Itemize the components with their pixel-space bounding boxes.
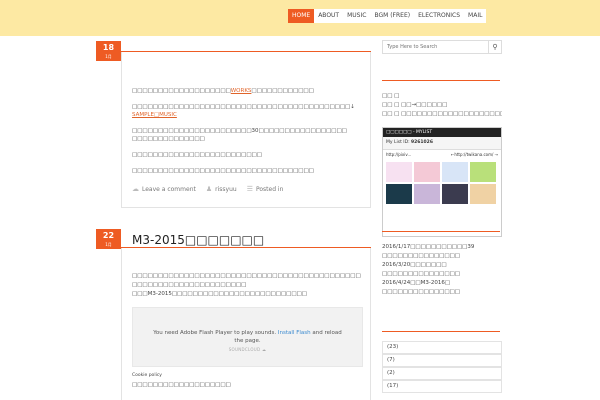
comment-icon: ☁ bbox=[132, 185, 139, 193]
news-item: □□□□□□□□□□□□□□□ bbox=[382, 289, 460, 295]
post-paragraph: □□□□□□□□□□□□□□□□□□□□□□□□□□□□□□□□□□□ bbox=[132, 168, 314, 174]
intro-line: □□ □ □□→□□□□□□ bbox=[382, 102, 448, 108]
widget-rule bbox=[382, 80, 500, 81]
post-date-badge: 22 1月 bbox=[96, 229, 121, 249]
nav-electronics[interactable]: ELECTRONICS bbox=[414, 9, 464, 23]
thumbnail[interactable] bbox=[414, 162, 440, 182]
posted-in-label: Posted in bbox=[255, 185, 284, 193]
nav-home[interactable]: HOME bbox=[288, 9, 315, 23]
nico-id-label: My List ID: bbox=[386, 140, 410, 145]
category-count[interactable]: (23) bbox=[382, 341, 502, 354]
post-paragraph: □□□□□□□□□□□□□□□□□□□ bbox=[132, 382, 231, 388]
soundcloud-logo: SOUNDCLOUD ☁ bbox=[133, 347, 362, 352]
intro-line: □□ □ □□□□□□□□□□□□□□□□□□□□□□□□□□□□□□□□□□□… bbox=[382, 110, 502, 118]
category-icon: ☰ bbox=[246, 185, 253, 193]
widget-rule bbox=[382, 331, 500, 332]
soundcloud-logo-text: SOUNDCLOUD bbox=[228, 347, 261, 352]
news-item[interactable]: 2016/1/17□□□□□□□□□□□39 bbox=[382, 243, 474, 252]
post-paragraph: SAMPLE□MUSIC bbox=[132, 111, 362, 119]
post-paragraph: □□□□□□□□□□□□□□□□□□□□□□ bbox=[132, 282, 247, 288]
nav-music[interactable]: MUSIC bbox=[343, 9, 370, 23]
news-item[interactable]: 2016/3/20□□□□□□□ bbox=[382, 261, 447, 270]
thumbnail[interactable] bbox=[386, 184, 412, 204]
thumbnail[interactable] bbox=[386, 162, 412, 182]
nicovideo-mylist-widget[interactable]: □□□□□□ - MYLIST My List ID: 9261026 http… bbox=[382, 127, 502, 237]
post-date-month: 1月 bbox=[105, 54, 112, 59]
news-item: □□□□□□□□□□□□□□□ bbox=[382, 271, 460, 277]
cloud-icon: ☁ bbox=[262, 347, 267, 352]
post-meta: ☁ Leave a comment ♟ rissyuu ☰ Posted in bbox=[132, 185, 283, 193]
nico-thumbnails bbox=[383, 160, 501, 206]
post-paragraph: □□□□□□□□□□□□□□□□□□□WORKS□□□□□□□□□□□□ bbox=[132, 87, 362, 95]
post-body: □□□□□□□□□□□□□□□□□□□WORKS□□□□□□□□□□□□ □□□… bbox=[121, 52, 371, 208]
works-link[interactable]: WORKS bbox=[231, 88, 252, 94]
category-count[interactable]: (7) bbox=[382, 354, 502, 367]
post-paragraph: □□□M3-2015□□□□□□□□□□□□□□□□□□□□□□□□□□ bbox=[132, 291, 307, 297]
category-count[interactable]: (17) bbox=[382, 380, 502, 393]
text: □□□□□□□□□□□□ bbox=[251, 88, 314, 94]
post-body: □□□□□□□□□□□□□□□□□□□□□□□□□□□□□□□□□□□□□□□□… bbox=[121, 248, 371, 400]
nico-url: http://pixiv... ←http://twikana.com/ → bbox=[383, 150, 501, 160]
thumbnail[interactable] bbox=[470, 184, 496, 204]
thumbnail[interactable] bbox=[470, 162, 496, 182]
post-paragraph: □□□□□□□□□□□□□□□□□□□□□□□30□□□□□□□□□□□□□□□… bbox=[132, 128, 347, 134]
search-box: ⚲ bbox=[382, 40, 502, 54]
news-item[interactable]: 2016/4/24□□M3-2016□ bbox=[382, 279, 450, 288]
thumbnail[interactable] bbox=[442, 162, 468, 182]
post-date-month: 1月 bbox=[105, 242, 112, 247]
post-paragraph: □□□□□□□□□□□□□□□□□□□□□□□□□□□□□□□□□□□□□□□□… bbox=[132, 273, 361, 279]
nico-id-value: 9261026 bbox=[411, 140, 433, 145]
post-date-badge: 18 1月 bbox=[96, 41, 121, 61]
post-1: 18 1月 □□□□□□□□□□□□□□□□□□□WORKS□□□□□□□□□□… bbox=[96, 41, 371, 208]
post-title[interactable]: M3-2015□□□□□□□ bbox=[132, 233, 264, 247]
intro-text: □□ □ □□□□□□□□□□□□□□□□□□□□□□□□□□□□□□□□□□□… bbox=[382, 111, 502, 117]
post-paragraph: □□□□□□□□□□□□□□□□□□□□□□□□□ bbox=[132, 152, 262, 158]
cookie-policy-link[interactable]: Cookie policy bbox=[132, 372, 362, 380]
sample-music-link[interactable]: SAMPLE□MUSIC bbox=[132, 112, 177, 118]
author-icon: ♟ bbox=[205, 185, 213, 193]
site-header: HOME ABOUT MUSIC BGM (FREE) ELECTRONICS … bbox=[0, 0, 600, 36]
nico-mylist-id: My List ID: 9261026 bbox=[383, 137, 501, 150]
flash-text: You need Adobe Flash Player to play soun… bbox=[153, 330, 277, 336]
author-link[interactable]: rissyuu bbox=[215, 186, 237, 193]
post-2: 22 1月 M3-2015□□□□□□□ □□□□□□□□□□□□□□□□□□□… bbox=[96, 229, 371, 400]
intro-line: □□ □ bbox=[382, 93, 400, 99]
nico-url-left: http://pixiv... bbox=[386, 152, 412, 157]
search-input[interactable] bbox=[383, 41, 489, 53]
post-paragraph: □□□□□□□□□□□□□□ bbox=[132, 136, 205, 142]
post-date-day: 22 bbox=[102, 231, 115, 240]
text: □□□□□□□□□□□□□□□□□□□ bbox=[132, 88, 231, 94]
category-count[interactable]: (2) bbox=[382, 367, 502, 380]
post-date-day: 18 bbox=[102, 43, 115, 52]
nav-bgm-free[interactable]: BGM (FREE) bbox=[370, 9, 414, 23]
thumbnail[interactable] bbox=[442, 184, 468, 204]
install-flash-link[interactable]: Install Flash bbox=[278, 330, 311, 336]
soundcloud-player[interactable]: You need Adobe Flash Player to play soun… bbox=[132, 307, 363, 367]
main-nav: HOME ABOUT MUSIC BGM (FREE) ELECTRONICS … bbox=[288, 9, 487, 23]
thumbnail[interactable] bbox=[414, 184, 440, 204]
post-paragraph: □□□□□□□□□□□□□□□□□□□□□□□□□□□□□□□□□□□□□□□□… bbox=[132, 104, 355, 110]
nav-mail[interactable]: MAIL bbox=[464, 9, 486, 23]
news-item: □□□□□□□□□□□□□□□ bbox=[382, 253, 460, 259]
nav-about[interactable]: ABOUT bbox=[314, 9, 343, 23]
nico-header: □□□□□□ - MYLIST bbox=[383, 128, 501, 137]
widget-rule bbox=[382, 231, 500, 232]
leave-comment-link[interactable]: Leave a comment bbox=[142, 186, 196, 193]
nico-url-right: ←http://twikana.com/ → bbox=[450, 152, 498, 157]
search-icon[interactable]: ⚲ bbox=[488, 41, 501, 53]
flash-message: You need Adobe Flash Player to play soun… bbox=[153, 329, 342, 345]
